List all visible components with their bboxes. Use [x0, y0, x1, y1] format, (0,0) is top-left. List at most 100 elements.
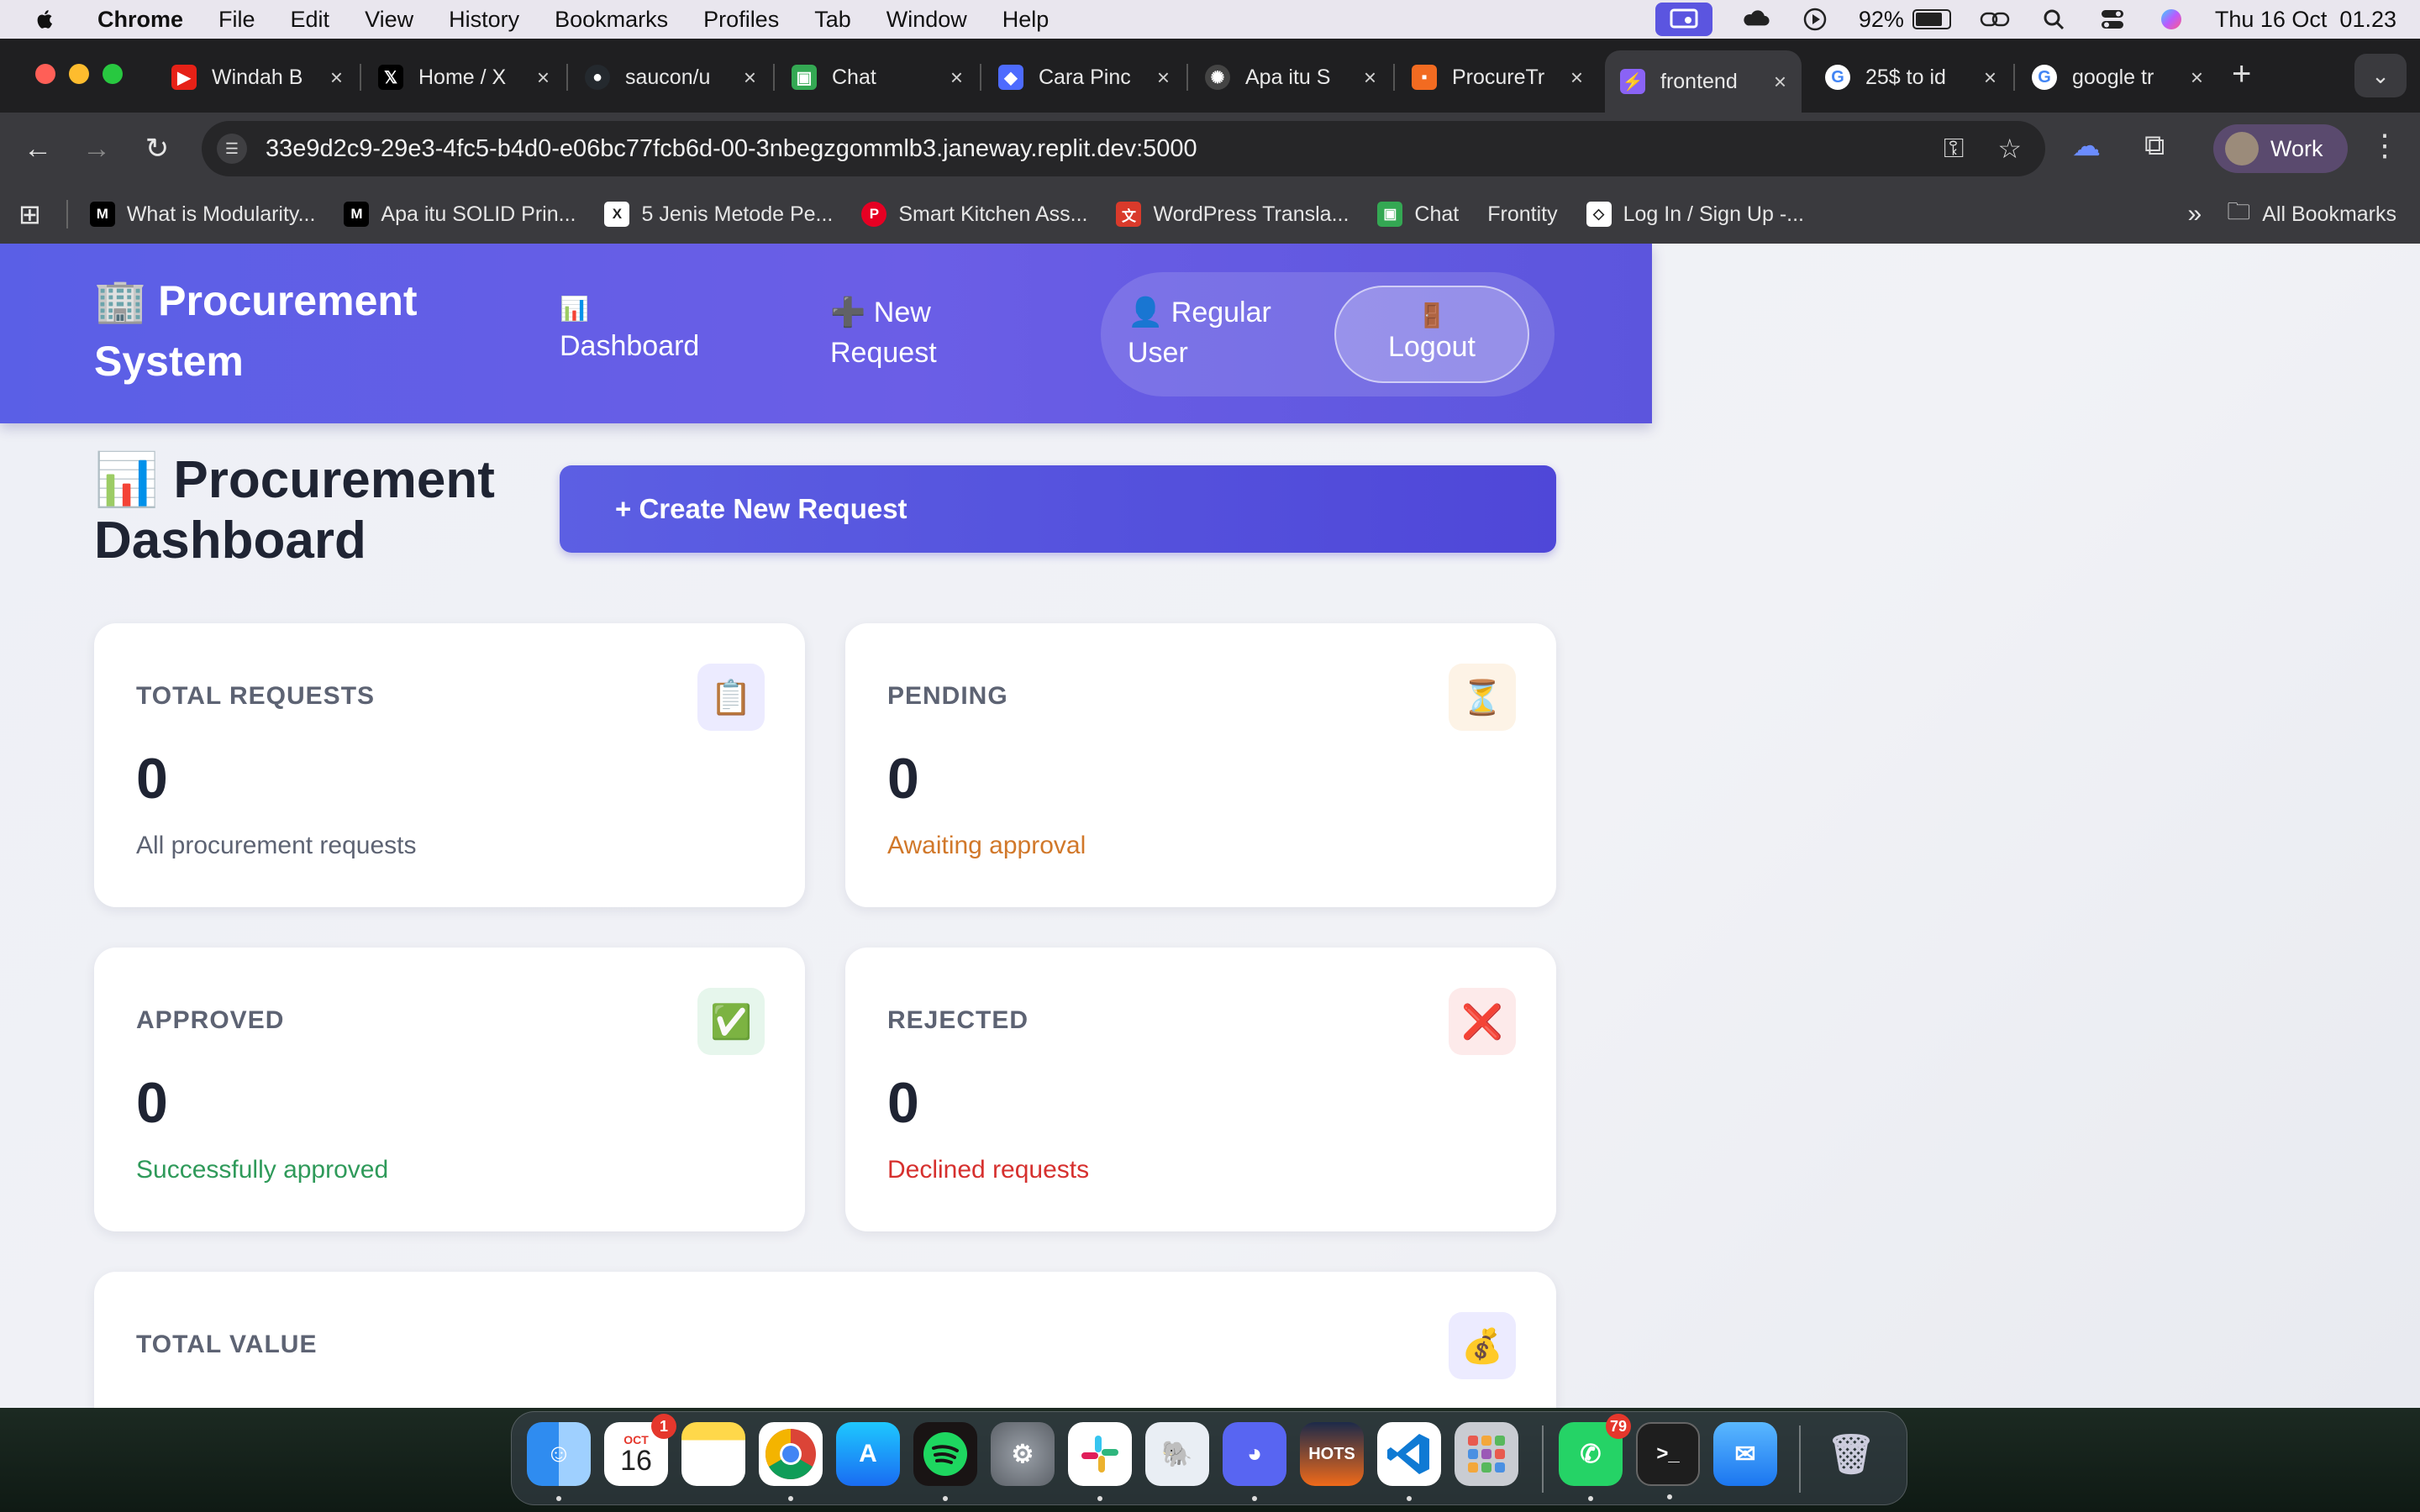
create-new-request-button[interactable]: + Create New Request — [560, 465, 1556, 553]
menu-profiles[interactable]: Profiles — [703, 7, 779, 33]
bookmark-item[interactable]: ◇ Log In / Sign Up -... — [1586, 202, 1804, 227]
close-icon[interactable]: × — [2191, 65, 2203, 91]
calendar-icon[interactable]: OCT 16 1 — [604, 1414, 676, 1486]
profile-button[interactable]: Work — [2213, 124, 2348, 173]
tab-home-x[interactable]: 𝕏 Home / X × — [363, 50, 565, 104]
menu-app-name[interactable]: Chrome — [97, 7, 183, 33]
menu-view[interactable]: View — [365, 7, 413, 33]
address-url[interactable]: 33e9d2c9-29e3-4fc5-b4d0-e06bc77fcb6d-00-… — [266, 135, 1197, 163]
tab-25-to-id[interactable]: G 25$ to id × — [1810, 50, 2012, 104]
tab-google-tr[interactable]: G google tr × — [2017, 50, 2218, 104]
menubar-datetime[interactable]: Thu 16 Oct 01.23 — [2215, 7, 2396, 33]
tab-apa-itu[interactable]: ✺ Apa itu S × — [1190, 50, 1392, 104]
tab-procuretr[interactable]: ▪ ProcureTr × — [1397, 50, 1598, 104]
tab-chat[interactable]: ▣ Chat × — [776, 50, 978, 104]
close-icon[interactable]: × — [1157, 65, 1170, 91]
apps-grid-icon[interactable]: ⊞ — [18, 198, 41, 230]
bookmark-item[interactable]: 文 WordPress Transla... — [1116, 202, 1349, 227]
brand-title[interactable]: 🏢 Procurement System — [94, 270, 447, 391]
window-close-button[interactable] — [35, 64, 55, 84]
close-icon[interactable]: × — [1984, 65, 1996, 91]
apple-icon[interactable] — [34, 8, 57, 31]
window-minimize-button[interactable] — [69, 64, 89, 84]
extensions-puzzle-icon[interactable]: ⧉ — [2144, 129, 2165, 163]
address-bar[interactable]: ☰ 33e9d2c9-29e3-4fc5-b4d0-e06bc77fcb6d-0… — [202, 121, 2045, 176]
search-icon[interactable] — [2039, 7, 2069, 32]
menu-history[interactable]: History — [449, 7, 519, 33]
menu-file[interactable]: File — [218, 7, 255, 33]
finder-icon[interactable]: ☺ — [527, 1422, 591, 1501]
terminal-icon[interactable]: >_ — [1636, 1422, 1700, 1499]
forward-arrow-icon[interactable]: → — [76, 128, 118, 170]
xendit-icon: X — [604, 202, 630, 227]
password-key-icon[interactable]: ⚿ — [1944, 133, 1964, 165]
bookmark-item[interactable]: X 5 Jenis Metode Pe... — [604, 202, 833, 227]
tab-windah[interactable]: ▶ Windah B × — [156, 50, 358, 104]
tab-separator — [1186, 64, 1188, 91]
hots-icon[interactable]: HOTS — [1300, 1422, 1364, 1486]
extension-cloud-icon[interactable]: ☁ — [2072, 129, 2101, 163]
close-icon[interactable]: × — [744, 65, 756, 91]
logout-button[interactable]: 🚪 Logout — [1334, 286, 1529, 383]
menu-help[interactable]: Help — [1002, 7, 1050, 33]
control-center-icon[interactable] — [2097, 7, 2128, 32]
spotify-icon[interactable] — [913, 1422, 977, 1501]
bookmark-label: WordPress Transla... — [1153, 202, 1349, 226]
tab-separator — [360, 64, 361, 91]
close-icon[interactable]: × — [950, 65, 963, 91]
bookmark-item[interactable]: M Apa itu SOLID Prin... — [344, 202, 576, 227]
bookmark-star-icon[interactable]: ☆ — [1997, 133, 2022, 165]
close-icon[interactable]: × — [1774, 69, 1786, 95]
slack-icon[interactable] — [1068, 1422, 1132, 1501]
hots-label: HOTS — [1308, 1444, 1355, 1463]
tab-github[interactable]: ● saucon/u × — [570, 50, 771, 104]
tab-cara-pinc[interactable]: ◆ Cara Pinc × — [983, 50, 1185, 104]
close-icon[interactable]: × — [1364, 65, 1376, 91]
system-settings-icon[interactable]: ⚙ — [991, 1422, 1055, 1486]
menu-edit[interactable]: Edit — [291, 7, 330, 33]
all-bookmarks-folder[interactable]: 🗀 All Bookmarks — [2227, 194, 2396, 234]
bookmark-item[interactable]: M What is Modularity... — [89, 202, 315, 227]
stat-card-total-value: TOTAL VALUE 💰 — [94, 1272, 1556, 1408]
chrome-icon[interactable] — [759, 1422, 823, 1501]
nav-dashboard-link[interactable]: 📊 Dashboard — [560, 292, 699, 366]
close-icon[interactable]: × — [537, 65, 550, 91]
site-info-icon[interactable]: ☰ — [217, 134, 247, 164]
nav-new-request-link[interactable]: ➕ New Request — [830, 292, 973, 373]
bookmark-item[interactable]: P Smart Kitchen Ass... — [861, 202, 1087, 227]
tab-search-chevron-icon[interactable]: ⌄ — [2354, 54, 2407, 97]
siri-icon[interactable] — [2156, 7, 2186, 32]
bookmark-item[interactable]: ▣ Chat — [1377, 202, 1459, 227]
play-icon[interactable] — [1800, 7, 1830, 32]
postgres-icon[interactable]: 🐘 — [1145, 1422, 1209, 1486]
bookmarks-overflow-icon[interactable]: » — [2188, 200, 2202, 228]
bookmark-label: Smart Kitchen Ass... — [898, 202, 1088, 226]
window-zoom-button[interactable] — [103, 64, 123, 84]
whatsapp-icon[interactable]: ✆ 79 — [1559, 1414, 1631, 1501]
mail-icon[interactable]: ✉ — [1713, 1422, 1777, 1486]
reload-icon[interactable]: ↻ — [136, 128, 178, 170]
bookmark-item[interactable]: Frontity — [1487, 202, 1557, 227]
stat-value: 0 — [887, 1071, 919, 1135]
notes-icon[interactable] — [681, 1422, 745, 1486]
back-arrow-icon[interactable]: ← — [17, 128, 59, 170]
github-icon: ● — [585, 65, 610, 90]
menu-tab[interactable]: Tab — [814, 7, 851, 33]
discord-icon[interactable]: ◕ — [1223, 1422, 1286, 1501]
new-tab-button[interactable]: + — [2232, 55, 2251, 93]
menu-window[interactable]: Window — [886, 7, 967, 33]
tab-frontend-active[interactable]: ⚡ frontend × — [1605, 50, 1802, 113]
bookmark-label: Apa itu SOLID Prin... — [381, 202, 576, 226]
link-icon[interactable] — [1980, 7, 2010, 32]
more-menu-icon[interactable]: ⋮ — [2370, 128, 2400, 163]
menu-bookmarks[interactable]: Bookmarks — [555, 7, 668, 33]
app-store-icon[interactable]: A — [836, 1422, 900, 1486]
close-icon[interactable]: × — [1570, 65, 1583, 91]
trash-icon[interactable]: 🗑 — [1819, 1422, 1883, 1486]
launchpad-icon[interactable] — [1455, 1422, 1518, 1486]
close-icon[interactable]: × — [330, 65, 343, 91]
vscode-icon[interactable] — [1377, 1422, 1441, 1501]
screen-share-icon[interactable] — [1655, 3, 1712, 36]
cloud-icon[interactable] — [1741, 7, 1771, 32]
battery-status[interactable]: 92% — [1859, 7, 1951, 33]
